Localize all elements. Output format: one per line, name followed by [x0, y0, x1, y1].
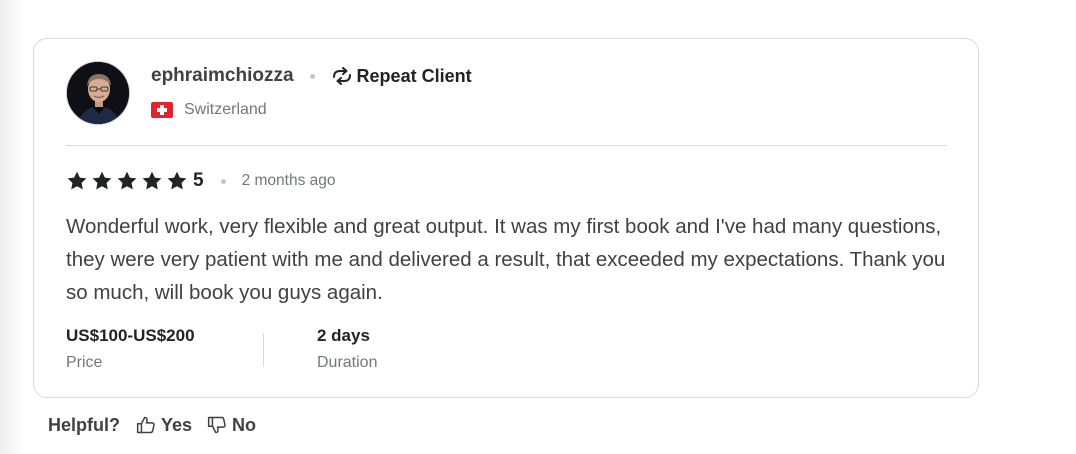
- switzerland-flag-icon: [151, 102, 173, 118]
- duration-value: 2 days: [317, 326, 370, 345]
- star-icon: [92, 171, 112, 190]
- star-icon: [142, 171, 162, 190]
- helpful-yes-button[interactable]: Yes: [136, 415, 192, 436]
- header-divider: [66, 145, 947, 146]
- star-icon: [67, 171, 87, 190]
- price-value: US$100-US$200: [66, 326, 195, 345]
- star-icon: [117, 171, 137, 190]
- review-date: 2 months ago: [241, 172, 336, 189]
- helpful-no-label: No: [232, 414, 257, 435]
- helpful-row: Helpful? Yes No: [48, 413, 271, 437]
- country-name: Switzerland: [184, 101, 267, 118]
- avatar[interactable]: [66, 61, 130, 125]
- reviewer-name-row: ephraimchiozza Repeat Client: [151, 64, 472, 88]
- repeat-icon: [331, 66, 353, 86]
- review-card: ephraimchiozza Repeat Client Switzerland…: [33, 38, 979, 398]
- rating-row: 5 2 months ago: [66, 169, 336, 193]
- helpful-question: Helpful?: [48, 414, 120, 435]
- thumbs-down-icon: [207, 416, 226, 434]
- meta-divider: [263, 333, 264, 367]
- helpful-no-button[interactable]: No: [207, 415, 256, 436]
- review-text: Wonderful work, very flexible and great …: [66, 215, 946, 304]
- reviewer-country-row: Switzerland: [151, 101, 267, 119]
- repeat-client-badge: Repeat Client: [356, 65, 472, 86]
- price-block: US$100-US$200 Price: [66, 326, 195, 372]
- price-label: Price: [66, 354, 103, 371]
- separator-dot: [309, 73, 315, 79]
- duration-label: Duration: [317, 354, 378, 371]
- rating-value: 5: [193, 170, 204, 191]
- username[interactable]: ephraimchiozza: [151, 65, 294, 87]
- star-rating: [66, 170, 188, 192]
- duration-block: 2 days Duration: [317, 326, 377, 372]
- star-icon: [167, 171, 187, 190]
- separator-dot: [220, 178, 226, 184]
- helpful-yes-label: Yes: [161, 414, 193, 435]
- page-left-shade: [0, 0, 26, 454]
- thumbs-up-icon: [136, 416, 155, 434]
- avatar-photo: [67, 62, 129, 124]
